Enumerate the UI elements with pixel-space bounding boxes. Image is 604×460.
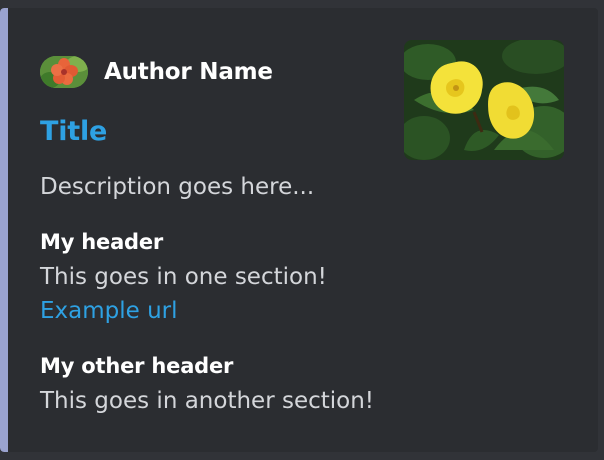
embed-thumbnail-image[interactable] (404, 40, 564, 160)
author-avatar-icon[interactable] (40, 56, 88, 88)
field-value: This goes in another section! (40, 388, 375, 414)
field-header: My other header (40, 354, 234, 378)
message-content: Author Name Title Description goes here.… (0, 0, 604, 460)
embed-field: My other header This goes in another sec… (40, 354, 374, 418)
field-example-url-link[interactable]: Example url (40, 294, 327, 328)
field-header: My header (40, 230, 164, 254)
embed-author: Author Name (40, 52, 273, 92)
embed-description: Description goes here... (40, 174, 315, 200)
embed-field: My header This goes in one section! Exam… (40, 230, 327, 328)
embed-card: Author Name Title Description goes here.… (0, 8, 598, 452)
field-value: This goes in one section! (40, 264, 327, 290)
author-name: Author Name (104, 59, 273, 85)
embed-accent-bar (0, 8, 8, 452)
embed-title-link[interactable]: Title (40, 116, 107, 147)
